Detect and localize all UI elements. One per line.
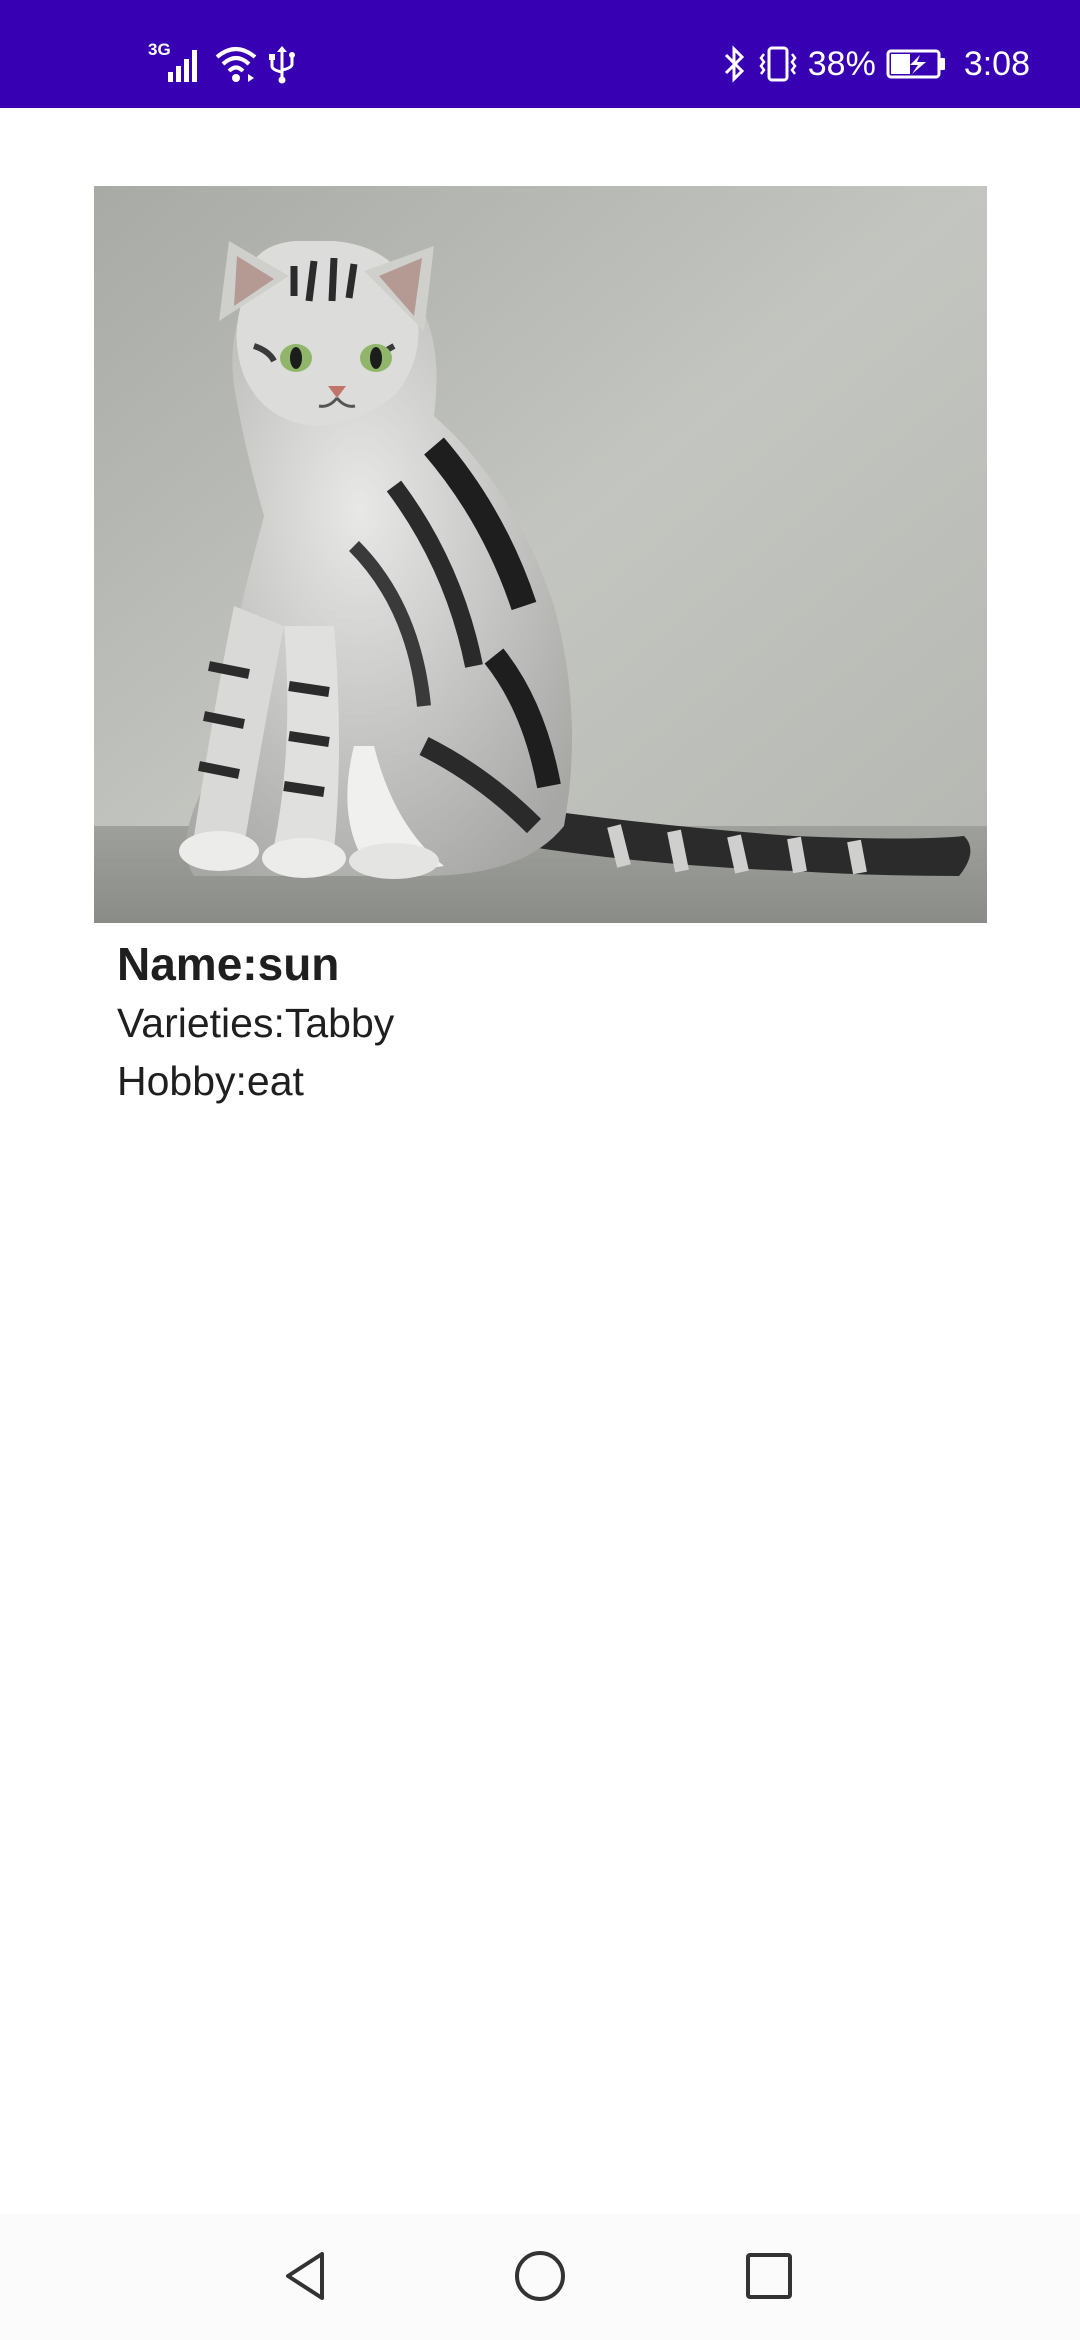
cat-hobby: Hobby:eat [117, 1058, 304, 1104]
bluetooth-icon [722, 44, 748, 84]
signal-icon: 3G [148, 40, 204, 84]
recents-icon [746, 2253, 792, 2299]
status-bar: 3G 38% 3:08 [0, 0, 1080, 108]
cat-info: Name:sun Varieties:Tabby Hobby:eat [117, 932, 394, 1110]
battery-percent: 38% [807, 45, 876, 83]
recents-button[interactable] [729, 2236, 809, 2316]
wifi-icon [214, 44, 258, 84]
usb-icon [268, 44, 296, 84]
clock: 3:08 [963, 45, 1030, 83]
cat-photo [94, 186, 987, 923]
status-right-icons: 38% 3:08 [722, 44, 1030, 84]
cat-varieties: Varieties:Tabby [117, 1000, 395, 1046]
battery-charging-icon [886, 44, 946, 84]
back-button[interactable] [268, 2236, 348, 2316]
home-icon [515, 2251, 565, 2301]
cat-name: Name:sun [117, 938, 340, 990]
status-left-icons: 3G [148, 40, 296, 84]
vibrate-icon [758, 44, 798, 84]
back-icon [286, 2252, 324, 2300]
home-button[interactable] [500, 2236, 580, 2316]
navigation-bar [0, 2214, 1080, 2340]
